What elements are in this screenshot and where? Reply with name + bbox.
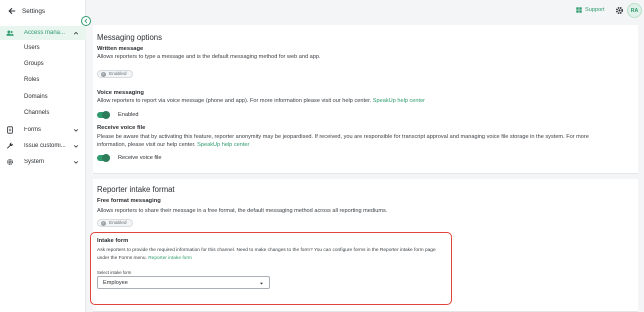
voice-messaging-desc: Allow reporters to report via voice mess…: [97, 97, 425, 105]
intake-form-select[interactable]: Employee: [97, 276, 270, 289]
sidebar-subitem-groups[interactable]: Groups: [24, 61, 44, 67]
receive-voice-file-desc: Please be aware that by activating this …: [97, 133, 627, 149]
settings-gear-icon[interactable]: [615, 6, 624, 15]
sidebar-item-system[interactable]: System: [0, 155, 86, 169]
sidebar-subitem-roles[interactable]: Roles: [24, 77, 39, 83]
receive-voice-file-title: Receive voice file: [97, 125, 146, 131]
document-icon: [5, 126, 14, 135]
messaging-options-title: Messaging options: [97, 33, 163, 42]
intake-form-title: Intake form: [97, 238, 129, 244]
sidebar-item-label: Access mana...: [24, 30, 66, 36]
voice-desc-text: Allow reporters to report via voice mess…: [97, 98, 372, 104]
written-message-status-badge: ✓ Enabled: [97, 70, 133, 78]
select-value: Employee: [103, 280, 128, 286]
check-circle-icon: ✓: [101, 71, 106, 77]
receive-toggle-label: Receive voice file: [118, 155, 162, 161]
avatar[interactable]: RA: [627, 3, 642, 18]
receive-desc-line1: Please be aware that by activating this …: [97, 134, 589, 140]
check-circle-icon: ✓: [101, 220, 106, 226]
sidebar-item-label: Forms: [24, 127, 41, 133]
sidebar: Settings Access mana... Users Groups Rol…: [0, 0, 86, 312]
chevron-down-icon: [73, 129, 79, 132]
chevron-down-icon: [73, 145, 79, 148]
sidebar-subitem-channels[interactable]: Channels: [24, 110, 49, 116]
voice-messaging-title: Voice messaging: [97, 90, 144, 96]
free-format-status-badge: ✓ Enabled: [97, 219, 133, 227]
badge-label: Enabled: [109, 220, 127, 226]
badge-label: Enabled: [109, 71, 127, 77]
intake-form-desc: Ask reporters to provide the required in…: [97, 247, 447, 262]
caret-down-icon: [260, 282, 263, 285]
sidebar-item-access-management[interactable]: Access mana...: [0, 26, 86, 40]
top-bar: Support RA: [86, 0, 644, 22]
reporter-intake-form-link[interactable]: Reporter intake form: [148, 256, 192, 261]
support-link[interactable]: Support: [576, 7, 605, 13]
sidebar-subitem-domains[interactable]: Domains: [24, 94, 48, 100]
select-intake-form-label: Select intake form: [97, 270, 132, 275]
voice-messaging-toggle[interactable]: [97, 111, 110, 119]
chevron-up-icon: [73, 31, 79, 35]
sidebar-item-forms[interactable]: Forms: [0, 123, 86, 137]
sidebar-item-issue-customization[interactable]: Issue customi...: [0, 139, 86, 153]
back-label: Settings: [22, 7, 46, 15]
back-to-settings-link[interactable]: Settings: [8, 7, 45, 15]
arrow-left-icon: [8, 7, 16, 15]
chevron-down-icon: [73, 161, 79, 164]
free-format-desc: Allows reporters to share their message …: [97, 208, 388, 214]
written-message-title: Written message: [97, 46, 144, 52]
written-message-desc: Allows reporters to type a message and i…: [97, 54, 321, 60]
speakup-help-center-link[interactable]: SpeakUp help center: [197, 142, 249, 148]
receive-voice-file-toggle[interactable]: [97, 154, 110, 162]
gear-icon: [5, 158, 14, 167]
speakup-help-center-link[interactable]: SpeakUp help center: [373, 98, 425, 104]
free-format-title: Free format messaging: [97, 198, 161, 204]
reporter-intake-format-title: Reporter intake format: [97, 185, 175, 194]
support-label: Support: [585, 7, 605, 13]
messaging-options-panel: Messaging options Written message Allows…: [93, 25, 638, 174]
voice-toggle-label: Enabled: [118, 112, 139, 118]
chevron-left-icon: [84, 18, 88, 24]
receive-desc-line2: information, please visit our help cente…: [97, 142, 196, 149]
grid-icon: [576, 7, 582, 13]
collapse-sidebar-button[interactable]: [81, 16, 91, 26]
intake-form-section: Intake form Ask reporters to provide the…: [90, 232, 452, 305]
sidebar-subitem-users[interactable]: Users: [24, 45, 40, 51]
wrench-icon: [5, 142, 14, 151]
sidebar-item-label: System: [24, 159, 45, 165]
sidebar-item-label: Issue customi...: [24, 143, 66, 149]
users-icon: [5, 29, 14, 38]
